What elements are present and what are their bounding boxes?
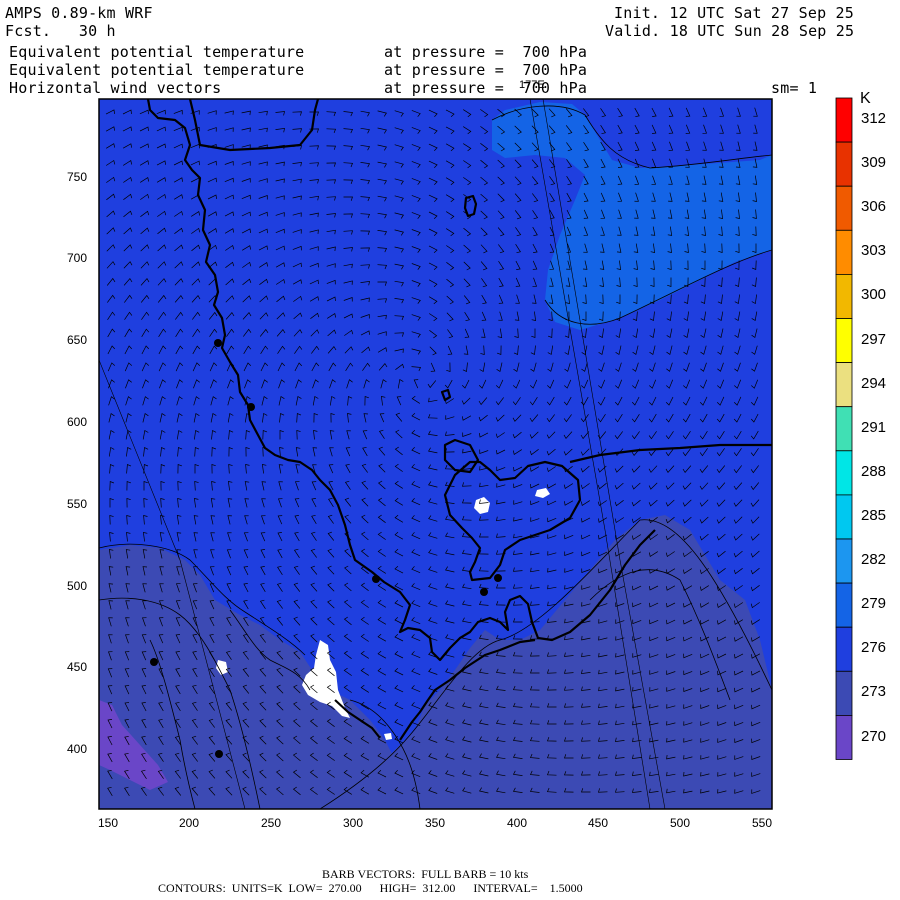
colorbar-label: 282	[861, 551, 887, 569]
y-tick-label: 600	[67, 415, 88, 429]
barb-legend: BARB VECTORS: FULL BARB = 10 kts	[322, 867, 529, 881]
contour-legend: CONTOURS: UNITS=K LOW= 270.00 HIGH= 312.…	[158, 881, 583, 895]
colorbar-unit: K	[860, 90, 871, 107]
y-tick-label: 550	[67, 497, 88, 511]
colorbar-swatch	[835, 715, 853, 760]
colorbar-label: 291	[861, 418, 887, 436]
colorbar-swatch	[835, 450, 853, 496]
x-tick-label: 150	[98, 816, 119, 830]
map-plot	[98, 97, 853, 810]
colorbar-swatch	[835, 318, 853, 363]
x-tick-label: 500	[670, 816, 691, 830]
y-tick-label: 650	[67, 333, 88, 347]
meridian-label: 177E	[519, 79, 545, 91]
colorbar-label: 270	[861, 727, 887, 745]
colorbar-swatch	[835, 273, 853, 319]
y-tick-label: 400	[67, 742, 88, 756]
x-tick-label: 200	[179, 816, 200, 830]
colorbar-label: 300	[861, 286, 887, 304]
colorbar-label: 276	[861, 639, 887, 657]
station-dot	[214, 339, 222, 347]
station-dot	[150, 658, 158, 666]
station-dot	[247, 403, 255, 411]
colorbar-label: 297	[861, 330, 887, 348]
x-tick-label: 550	[752, 816, 773, 830]
y-tick-label: 750	[67, 170, 88, 184]
colorbar-swatch	[835, 229, 853, 275]
colorbar-label: 279	[861, 595, 887, 613]
y-tick-label: 450	[67, 660, 88, 674]
colorbar-swatch	[835, 538, 853, 584]
colorbar-swatch	[835, 406, 853, 452]
x-tick-label: 300	[343, 816, 364, 830]
colorbar-swatch	[835, 670, 853, 716]
map-area	[99, 99, 772, 809]
colorbar-swatch	[835, 97, 853, 143]
station-dot	[480, 588, 488, 596]
colorbar-label: 312	[861, 110, 887, 127]
colorbar-swatch	[835, 185, 853, 231]
station-dot	[215, 750, 223, 758]
station-dot	[372, 575, 380, 583]
colorbar	[835, 97, 853, 760]
x-tick-label: 450	[588, 816, 609, 830]
colorbar-label: 309	[861, 154, 887, 172]
colorbar-swatch	[835, 626, 853, 672]
colorbar-swatch	[835, 362, 853, 408]
y-tick-label: 500	[67, 579, 88, 593]
colorbar-swatch	[835, 494, 853, 540]
colorbar-label: 285	[861, 507, 887, 524]
colorbar-label: 294	[861, 374, 887, 392]
colorbar-label: 306	[861, 198, 887, 216]
colorbar-label: 273	[861, 683, 887, 701]
y-tick-label: 700	[67, 251, 88, 265]
x-tick-label: 250	[261, 816, 282, 830]
colorbar-label: 288	[861, 462, 887, 480]
colorbar-swatch	[835, 141, 853, 187]
x-tick-label: 350	[425, 816, 446, 830]
colorbar-label: 303	[861, 242, 887, 260]
station-dot	[494, 574, 502, 582]
colorbar-swatch	[835, 582, 853, 628]
x-tick-label: 400	[507, 816, 528, 830]
